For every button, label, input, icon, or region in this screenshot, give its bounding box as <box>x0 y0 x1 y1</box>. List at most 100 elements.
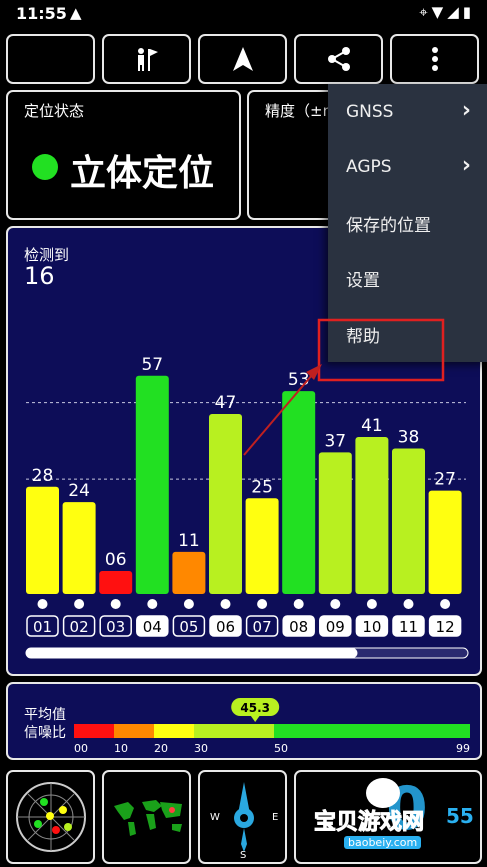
satellite-id-label: 01 <box>33 618 52 636</box>
sky-radar-tile[interactable] <box>6 770 95 864</box>
in-use-dot <box>74 599 85 609</box>
signal-bar <box>355 437 389 594</box>
map-flag-button[interactable] <box>102 34 191 84</box>
snr-segment <box>74 724 114 738</box>
fix-status-value: 立体定位 <box>70 153 215 194</box>
menu-item-agps[interactable]: AGPS › <box>328 139 487 195</box>
compass-west: W <box>210 812 220 823</box>
bar-value-label: 06 <box>105 550 127 570</box>
in-use-dot <box>366 599 377 609</box>
signal-icon: ◢ <box>447 3 463 21</box>
wifi-icon: ▼ <box>431 3 448 21</box>
night-mode-button[interactable] <box>6 34 95 84</box>
average-pointer <box>250 715 261 722</box>
share-icon <box>327 47 350 71</box>
overflow-menu: GNSS › AGPS › 保存的位置 设置 帮助 <box>328 84 487 362</box>
watermark-number: 55 <box>446 804 474 828</box>
satellite-id-label: 08 <box>289 618 308 636</box>
signal-bar <box>135 375 169 594</box>
bar-value-label: 37 <box>324 431 346 451</box>
snr-tick-label: 10 <box>114 742 128 755</box>
bar-value-label: 11 <box>178 531 200 551</box>
satellite-id-label: 10 <box>362 618 381 636</box>
in-use-dot <box>220 599 231 609</box>
menu-item-settings[interactable]: 设置 <box>328 250 487 306</box>
snr-tick-label: 30 <box>194 742 208 755</box>
watermark-title: 宝贝游戏网 <box>313 810 425 836</box>
fix-status-card[interactable]: 定位状态 立体定位 <box>6 90 241 220</box>
chevron-right-icon: › <box>461 153 471 178</box>
average-value-label: 45.3 <box>240 701 270 715</box>
fix-status-title: 定位状态 <box>24 102 85 120</box>
signal-bar <box>26 486 59 594</box>
bar-value-label: 28 <box>32 466 54 486</box>
signal-bar <box>392 448 425 594</box>
system-icons: ⌖▼◢▮ <box>419 3 475 21</box>
bar-value-label: 38 <box>398 428 420 448</box>
compass-south: S <box>240 850 247 861</box>
status-time: 11:55 <box>16 4 67 23</box>
signal-bar <box>99 571 133 594</box>
more-vert-icon <box>431 47 438 71</box>
satellite-id-label: 11 <box>399 618 418 636</box>
fix-indicator-dot <box>32 154 58 180</box>
in-use-dot <box>147 599 158 609</box>
in-use-dot <box>110 599 121 609</box>
bar-value-label: 53 <box>288 370 310 390</box>
warning-icon: ▲ <box>70 4 82 22</box>
toolbar <box>6 34 482 84</box>
snr-segment <box>194 724 274 738</box>
bar-value-label: 25 <box>251 477 273 497</box>
snr-tick-label: 50 <box>274 742 288 755</box>
compass-east: E <box>272 812 279 823</box>
map-flag-icon <box>137 48 158 71</box>
world-map-icon <box>110 798 186 838</box>
signal-bar <box>62 502 96 594</box>
average-snr-panel[interactable]: 平均值 信噪比 00 10 20 30 50 99 45.3 <box>6 682 482 760</box>
menu-item-help[interactable]: 帮助 <box>328 306 487 362</box>
in-use-dot <box>37 599 48 609</box>
world-map-tile[interactable] <box>102 770 191 864</box>
satellite-id-label: 07 <box>253 618 272 636</box>
satellite-id-label: 06 <box>216 618 235 636</box>
snr-segment <box>154 724 194 738</box>
snr-tick-label: 20 <box>154 742 168 755</box>
navigate-button[interactable] <box>198 34 287 84</box>
watermark: 0 宝贝游戏网 55 baobeiy.com <box>296 770 476 864</box>
in-use-dot <box>330 599 341 609</box>
watermark-url: baobeiy.com <box>344 836 422 849</box>
bar-value-label: 41 <box>361 416 383 436</box>
signal-bar <box>282 391 316 594</box>
menu-item-gnss[interactable]: GNSS › <box>328 84 487 140</box>
navigation-arrow-icon <box>232 47 253 71</box>
satellite-id-label: 03 <box>106 618 125 636</box>
signal-bar <box>245 498 279 594</box>
in-use-dot <box>183 599 194 609</box>
snr-segment <box>114 724 154 738</box>
status-bar: 11:55 ▲ ⌖▼◢▮ <box>0 0 487 28</box>
signal-bar <box>318 452 352 594</box>
satellite-id-label: 02 <box>70 618 89 636</box>
share-button[interactable] <box>294 34 383 84</box>
more-options-button[interactable] <box>390 34 479 84</box>
chevron-right-icon: › <box>461 98 471 123</box>
location-icon: ⌖ <box>419 3 432 21</box>
snr-segment <box>274 724 470 738</box>
night-mode-icon <box>43 49 54 69</box>
satellite-id-label: 09 <box>326 618 345 636</box>
snr-tick-label: 00 <box>74 742 88 755</box>
in-use-dot <box>293 599 304 609</box>
menu-item-saved-locations[interactable]: 保存的位置 <box>328 195 487 251</box>
sky-radar-icon <box>16 782 86 852</box>
bar-value-label: 57 <box>141 355 163 375</box>
bar-value-label: 24 <box>68 481 90 501</box>
satellite-id-label: 04 <box>143 618 162 636</box>
satellite-id-label: 05 <box>179 618 198 636</box>
satellite-id-label: 12 <box>436 618 455 636</box>
in-use-dot <box>257 599 268 609</box>
bar-value-label: 27 <box>434 470 456 490</box>
snr-tick-label: 99 <box>456 742 470 755</box>
in-use-dot <box>440 599 451 609</box>
compass-tile[interactable]: W E S <box>198 770 287 864</box>
signal-bar <box>209 414 242 594</box>
